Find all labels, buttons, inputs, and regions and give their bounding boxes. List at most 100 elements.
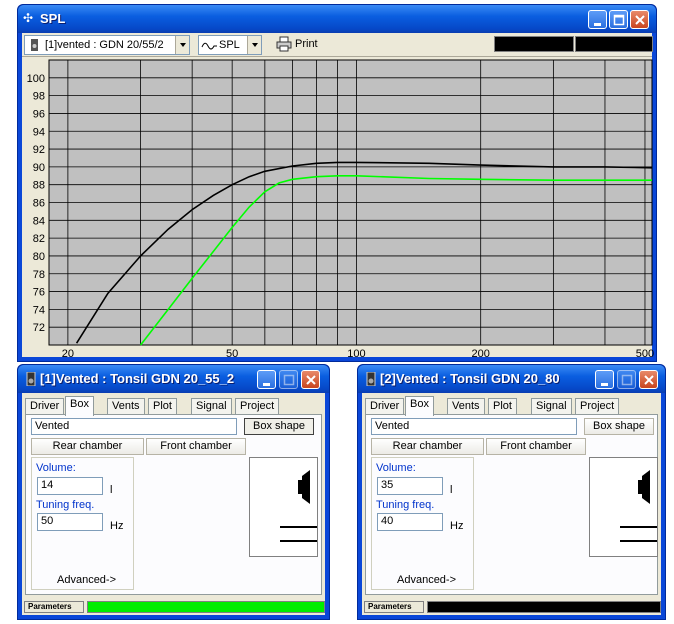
volume-input[interactable]: 14 <box>37 477 103 495</box>
y-tick-label: 84 <box>33 215 45 227</box>
maximize-button <box>279 370 298 389</box>
minimize-button[interactable] <box>595 370 614 389</box>
box-type-field[interactable]: Vented <box>371 418 577 435</box>
minimize-button[interactable] <box>257 370 276 389</box>
tab-signal[interactable]: Signal <box>191 398 232 415</box>
minimize-icon <box>594 23 601 26</box>
project-select-value: [1]vented : GDN 20/55/2 <box>45 39 164 51</box>
maximize-icon <box>613 14 625 26</box>
printer-icon <box>276 36 292 52</box>
front-chamber-button[interactable]: Front chamber <box>146 438 246 455</box>
close-icon <box>635 15 645 25</box>
tab-project[interactable]: Project <box>235 398 280 415</box>
tab-vents[interactable]: Vents <box>447 398 485 415</box>
box-type-field[interactable]: Vented <box>31 418 237 435</box>
front-chamber-button[interactable]: Front chamber <box>486 438 586 455</box>
tuning-freq-input[interactable]: 50 <box>37 513 103 531</box>
spl-app-icon: ✣ <box>23 11 34 25</box>
spl-chart[interactable]: 72 74 76 78 80 82 84 86 88 90 92 94 96 98 100 20 50 100 20… <box>22 58 654 360</box>
tuning-freq-label: Tuning freq. <box>376 499 435 511</box>
tab-signal[interactable]: Signal <box>531 398 572 415</box>
box-window-1: [1]Vented : Tonsil GDN 20_55_2 Driver Bo… <box>17 364 330 620</box>
x-tick-label: 100 <box>347 348 365 359</box>
volume-label: Volume: <box>376 462 416 474</box>
spl-client: [1]vented : GDN 20/55/2 SPL Print 72 74 76… <box>22 33 654 360</box>
box-window-1-client: Driver Box Vents Plot Signal Project Ven… <box>22 393 325 615</box>
tab-box[interactable]: Box <box>65 396 94 416</box>
tab-project[interactable]: Project <box>575 398 620 415</box>
close-button[interactable] <box>301 370 320 389</box>
advanced-link[interactable]: Advanced-> <box>397 574 456 586</box>
spl-plot-area: 72 74 76 78 80 82 84 86 88 90 92 94 96 98 100 20 50 100 20… <box>22 58 654 360</box>
y-tick-label: 98 <box>33 91 45 103</box>
x-tick-label: 500 <box>636 348 654 359</box>
box-shape-preview <box>249 457 318 557</box>
y-tick-label: 72 <box>33 322 45 334</box>
y-tick-label: 78 <box>33 269 45 281</box>
tuning-freq-label: Tuning freq. <box>36 499 95 511</box>
rear-chamber-button[interactable]: Rear chamber <box>31 438 144 455</box>
print-label: Print <box>295 38 318 50</box>
tuning-freq-unit: Hz <box>450 520 464 532</box>
y-tick-label: 74 <box>33 304 45 316</box>
box-window-1-statusbar: Parameters <box>22 599 325 615</box>
box-window-2-title: [2]Vented : Tonsil GDN 20_80 <box>380 371 560 386</box>
box-shape-preview <box>589 457 658 557</box>
box-shape-button[interactable]: Box shape <box>244 418 314 435</box>
y-tick-label: 94 <box>33 126 45 138</box>
y-tick-label: 92 <box>33 144 45 156</box>
spl-toolbar: [1]vented : GDN 20/55/2 SPL Print <box>22 33 653 57</box>
box-tab-panel: Vented Box shape Rear chamber Front cham… <box>25 414 322 595</box>
y-tick-label: 80 <box>33 251 45 263</box>
tab-driver[interactable]: Driver <box>365 398 405 415</box>
box-window-1-titlebar[interactable]: [1]Vented : Tonsil GDN 20_55_2 <box>18 365 329 393</box>
minimize-icon <box>601 383 608 386</box>
status-indicator <box>427 601 661 613</box>
volume-unit: l <box>450 484 453 496</box>
minimize-icon <box>263 383 270 386</box>
speaker-box-icon <box>366 372 376 386</box>
tab-box[interactable]: Box <box>405 396 434 416</box>
status-label: Parameters <box>24 601 84 613</box>
box-window-2-statusbar: Parameters <box>362 599 661 615</box>
status-label: Parameters <box>364 601 424 613</box>
y-tick-label: 86 <box>33 198 45 210</box>
chevron-down-icon[interactable] <box>247 36 261 54</box>
curve-select[interactable]: SPL <box>198 35 262 55</box>
box-tab-panel: Vented Box shape Rear chamber Front cham… <box>365 414 658 595</box>
x-tick-label: 20 <box>62 348 74 359</box>
readout-box-2 <box>575 36 653 52</box>
box-shape-button[interactable]: Box shape <box>584 418 654 435</box>
close-icon <box>306 375 316 385</box>
tuning-freq-input[interactable]: 40 <box>377 513 443 531</box>
volume-input[interactable]: 35 <box>377 477 443 495</box>
rear-chamber-group: Volume: 35 l Tuning freq. 40 Hz Advanced… <box>371 457 474 590</box>
close-icon <box>644 375 654 385</box>
volume-label: Volume: <box>36 462 76 474</box>
close-button[interactable] <box>639 370 658 389</box>
rear-chamber-group: Volume: 14 l Tuning freq. 50 Hz Advanced… <box>31 457 134 590</box>
maximize-icon <box>283 374 295 386</box>
curve-select-value: SPL <box>219 39 240 51</box>
y-tick-label: 76 <box>33 287 45 299</box>
maximize-button[interactable] <box>609 10 628 29</box>
tab-plot[interactable]: Plot <box>488 398 517 415</box>
y-tick-label: 88 <box>33 180 45 192</box>
tab-vents[interactable]: Vents <box>107 398 145 415</box>
tab-driver[interactable]: Driver <box>25 398 65 415</box>
x-tick-label: 200 <box>472 348 490 359</box>
advanced-link[interactable]: Advanced-> <box>57 574 116 586</box>
close-button[interactable] <box>630 10 649 29</box>
status-indicator <box>87 601 325 613</box>
box-window-2-titlebar[interactable]: [2]Vented : Tonsil GDN 20_80 <box>358 365 665 393</box>
minimize-button[interactable] <box>588 10 607 29</box>
chevron-down-icon[interactable] <box>175 36 189 54</box>
readout-box-1 <box>494 36 574 52</box>
y-tick-label: 82 <box>33 233 45 245</box>
rear-chamber-button[interactable]: Rear chamber <box>371 438 484 455</box>
speaker-box-icon <box>31 39 38 51</box>
project-select[interactable]: [1]vented : GDN 20/55/2 <box>24 35 190 55</box>
tab-plot[interactable]: Plot <box>148 398 177 415</box>
print-button[interactable]: Print <box>275 36 318 54</box>
spl-titlebar[interactable]: ✣ SPL <box>18 5 656 33</box>
